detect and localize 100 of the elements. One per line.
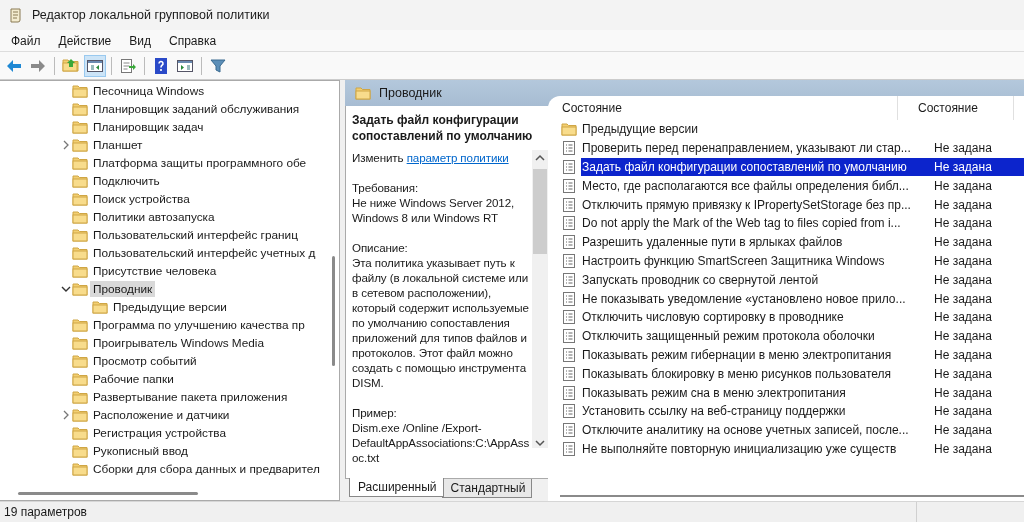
tree-item[interactable]: Политики автозапуска	[90, 209, 218, 225]
folder-icon	[72, 101, 88, 117]
folder-icon	[72, 209, 88, 225]
menu-item[interactable]: Файл	[4, 31, 48, 50]
policy-name[interactable]: Предыдущие версии	[581, 120, 912, 139]
tree-item[interactable]: Платформа защиты программного обе	[90, 155, 310, 171]
tree-item[interactable]: Пользовательский интерфейс границ	[90, 227, 301, 243]
tree-item[interactable]: Подключить	[90, 173, 163, 189]
folder-icon	[355, 85, 371, 101]
policy-name[interactable]: Отключите аналитику на основе учетных записей, после...	[581, 420, 912, 440]
policy-name[interactable]: Показывать режим гибернации в меню электропитания	[581, 345, 912, 365]
tree-item[interactable]: Программа по улучшению качества пр	[90, 317, 308, 333]
tree-item[interactable]: Сборки для сбора данных и предварител	[90, 461, 323, 477]
menu-item[interactable]: Действие	[51, 31, 119, 50]
toolbar-button[interactable]	[84, 54, 106, 77]
tree-item[interactable]: Регистрация устройства	[90, 425, 229, 441]
policy-name[interactable]: Место, где располагаются все файлы определения библ...	[581, 176, 912, 196]
setting-icon	[561, 309, 577, 326]
policy-name[interactable]: Проверить перед перенаправлением, указывают ли стар...	[581, 138, 912, 158]
policy-name[interactable]: Отключить прямую привязку к IPropertySetStorage без пр...	[581, 195, 912, 214]
menu-item[interactable]: Вид	[122, 31, 158, 50]
export-list-icon	[119, 56, 137, 75]
policy-name[interactable]: Настроить функцию SmartScreen Защитника Windows	[581, 251, 912, 271]
policy-state: Не задана	[933, 252, 993, 270]
policy-name[interactable]: Задать файл конфигурации сопоставлений по умолчанию	[581, 157, 912, 177]
column-header[interactable]: Состояние	[548, 96, 898, 120]
policy-state: Не задана	[912, 157, 1024, 177]
folder-icon	[72, 389, 88, 405]
policy-state: Не задана	[933, 384, 993, 402]
filter-icon	[209, 56, 227, 75]
help-icon	[152, 56, 170, 75]
folder-icon	[72, 263, 88, 279]
folder-icon	[72, 407, 88, 423]
policy-name[interactable]: Не показывать уведомление «установлено новое прило...	[581, 289, 912, 308]
folder-icon	[72, 245, 88, 261]
edit-label: Изменить	[352, 151, 404, 164]
policy-link[interactable]: параметр политики	[406, 151, 509, 164]
tree-item[interactable]: Проигрыватель Windows Media	[90, 335, 267, 351]
tree-item[interactable]: Расположение и датчики	[90, 407, 233, 423]
scroll-down-icon	[535, 440, 545, 448]
tree-item[interactable]: Планшет	[90, 137, 146, 153]
setting-icon	[561, 159, 577, 175]
policy-state: Не задана	[933, 234, 993, 252]
tree-item[interactable]: Песочница Windows	[90, 83, 208, 99]
setting-icon	[561, 140, 577, 157]
tree-item[interactable]: Планировщик заданий обслуживания	[90, 101, 303, 117]
policy-name[interactable]: Отключить числовую сортировку в проводнике	[581, 307, 912, 327]
policy-name[interactable]: Отключить защищенный режим протокола оболочки	[581, 326, 912, 346]
folder-icon	[72, 443, 88, 459]
policy-state: Не задана	[933, 403, 993, 421]
view-tab[interactable]: Расширенный	[349, 478, 444, 497]
policy-name[interactable]: Do not apply the Mark of the Web tag to files copied from i...	[581, 214, 912, 233]
setting-icon	[561, 196, 577, 213]
policy-name[interactable]: Не выполняйте повторную инициализацию уже существ	[581, 439, 912, 459]
folder-icon	[72, 227, 88, 243]
folder-icon	[72, 155, 88, 171]
window-title: Редактор локальной групповой политики	[32, 8, 270, 22]
tree-item[interactable]: Поиск устройства	[90, 191, 193, 207]
policy-name[interactable]: Показывать блокировку в меню рисунков пользователя	[581, 364, 912, 384]
folder-icon	[72, 461, 88, 477]
policy-name[interactable]: Разрешить удаленные пути в ярлыках файлов	[581, 232, 912, 252]
tree-item[interactable]: Развертывание пакета приложения	[90, 389, 291, 405]
tree-item[interactable]: Присутствие человека	[90, 263, 220, 279]
menu-item[interactable]: Справка	[162, 31, 224, 50]
scroll-icon	[8, 7, 24, 23]
policy-state: Не задана	[933, 328, 993, 346]
policy-name[interactable]: Показывать режим сна в меню электропитания	[581, 383, 912, 402]
tree-item[interactable]: Проводник	[90, 281, 156, 297]
setting-icon	[561, 177, 577, 194]
view-tab[interactable]: Стандартный	[441, 479, 533, 498]
setting-icon	[561, 328, 577, 345]
tree-item[interactable]: Пользовательский интерфейс учетных д	[90, 245, 319, 261]
folder-icon	[72, 119, 88, 135]
policy-name[interactable]: Установить ссылку на веб-страницу поддержки	[581, 401, 912, 421]
policy-state: Не задана	[933, 140, 993, 158]
folder-icon	[72, 425, 88, 441]
tree-item[interactable]: Просмотр событий	[90, 353, 200, 369]
tree-item[interactable]: Рукописный ввод	[90, 443, 191, 459]
folder-icon	[72, 371, 88, 387]
example-text: Dism.exe /Online /Export-DefaultAppAssociations:C:\AppAssoc.txt	[352, 420, 531, 465]
scrollbar[interactable]	[532, 150, 548, 448]
tree-item[interactable]: Предыдущие версии	[110, 299, 230, 315]
setting-icon	[561, 252, 577, 269]
tree-item[interactable]: Рабочие папки	[90, 371, 177, 387]
folder-icon	[72, 173, 88, 189]
description-label: Описание:	[352, 240, 409, 255]
scroll-up-icon	[535, 153, 545, 161]
setting-icon	[561, 290, 577, 307]
policy-name[interactable]: Запускать проводник со свернутой лентой	[581, 270, 912, 290]
column-header[interactable]: Состояние	[898, 96, 1014, 120]
setting-icon	[561, 403, 577, 420]
policy-state: Не задана	[933, 422, 993, 440]
tree-item[interactable]: Планировщик задач	[90, 119, 207, 135]
setting-icon	[561, 422, 577, 439]
folder-icon	[72, 335, 88, 351]
policy-state: Не задана	[933, 271, 993, 289]
setting-icon	[561, 234, 577, 251]
requirements-text: Не ниже Windows Server 2012, Windows 8 или Windows RT	[352, 195, 516, 225]
folder-icon	[72, 137, 88, 153]
folder-icon	[72, 353, 88, 369]
